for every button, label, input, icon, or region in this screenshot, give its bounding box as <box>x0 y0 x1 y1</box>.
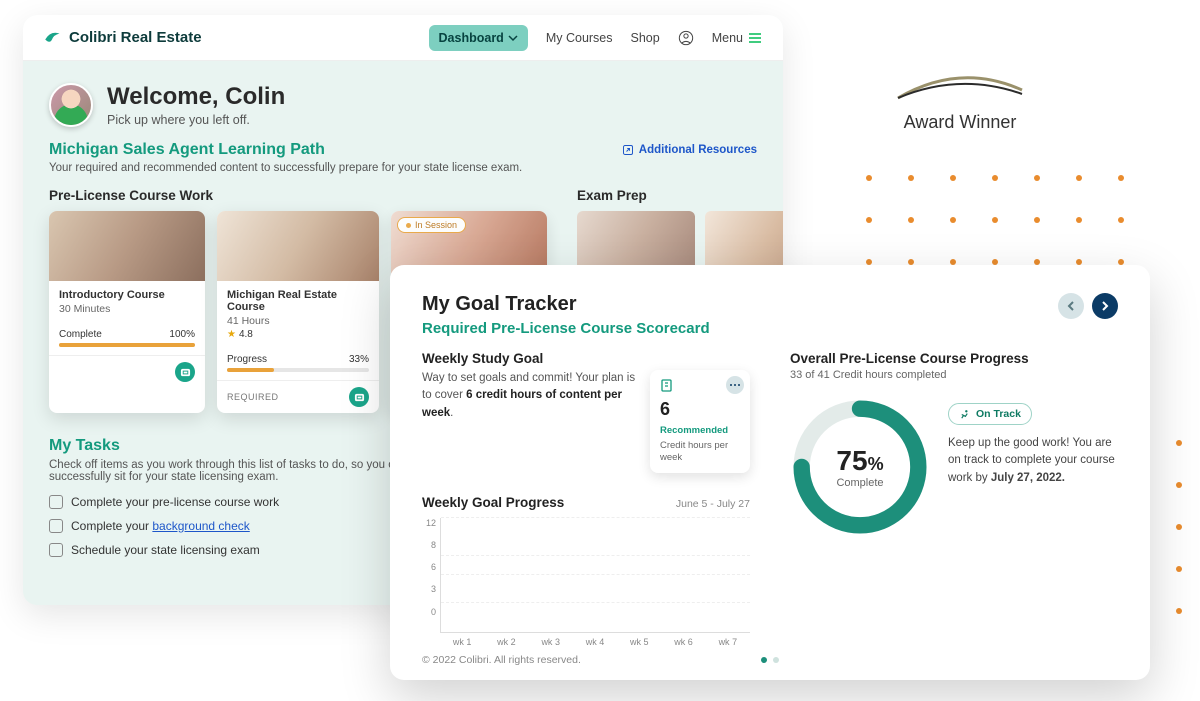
award-badge: Award Winner <box>890 70 1030 133</box>
course-duration: 41 Hours <box>227 315 369 327</box>
nav-my-courses[interactable]: My Courses <box>546 31 613 45</box>
goal-tracker-window: My Goal Tracker Required Pre-License Cou… <box>390 265 1150 680</box>
task-label: Schedule your state licensing exam <box>71 543 260 557</box>
carousel-next-button[interactable] <box>1092 293 1118 319</box>
progress-donut: 75% Complete <box>790 397 930 537</box>
checkbox[interactable] <box>49 495 63 509</box>
course-duration: 30 Minutes <box>59 303 195 315</box>
course-title: Michigan Real Estate Course <box>227 289 369 313</box>
chevron-left-icon <box>1065 300 1077 312</box>
overall-progress-sub: 33 of 41 Credit hours completed <box>790 369 1118 381</box>
user-avatar[interactable] <box>49 83 93 127</box>
section-exam-title: Exam Prep <box>577 188 783 203</box>
menu-icon <box>747 30 763 46</box>
in-session-badge: In Session <box>397 217 466 233</box>
external-link-icon <box>622 144 634 156</box>
copyright: © 2022 Colibri. All rights reserved. <box>422 654 581 666</box>
learning-path-desc: Your required and recommended content to… <box>49 162 757 174</box>
more-menu-button[interactable] <box>726 376 744 394</box>
status-icon <box>349 387 369 407</box>
weekly-goal-date-range: June 5 - July 27 <box>676 498 750 510</box>
carousel-prev-button[interactable] <box>1058 293 1084 319</box>
task-link[interactable]: background check <box>152 519 249 533</box>
task-label: Complete your background check <box>71 519 250 533</box>
section-prelicense-title: Pre-License Course Work <box>49 188 547 203</box>
additional-resources-link[interactable]: Additional Resources <box>622 144 757 156</box>
course-rating: ★ 4.8 <box>227 329 369 340</box>
learning-path-title: Michigan Sales Agent Learning Path <box>49 141 325 159</box>
on-track-text: Keep up the good work! You are on track … <box>948 435 1118 487</box>
weekly-goal-chart: 128630 <box>422 518 750 633</box>
my-tasks-title: My Tasks <box>49 437 120 455</box>
welcome-heading: Welcome, Colin <box>107 83 285 111</box>
welcome-sub: Pick up where you left off. <box>107 113 285 127</box>
chevron-down-icon <box>508 33 518 43</box>
running-icon <box>959 409 970 420</box>
bird-icon <box>43 29 61 47</box>
nav-account[interactable] <box>678 30 694 46</box>
checkbox[interactable] <box>49 519 63 533</box>
goal-tracker-title: My Goal Tracker <box>422 293 710 316</box>
my-tasks-desc: Check off items as you work through this… <box>49 459 409 483</box>
status-icon <box>175 362 195 382</box>
overall-progress-title: Overall Pre-License Course Progress <box>790 351 1118 366</box>
nav-shop[interactable]: Shop <box>631 31 660 45</box>
course-card[interactable]: Michigan Real Estate Course 41 Hours ★ 4.… <box>217 211 379 413</box>
checkbox[interactable] <box>49 543 63 557</box>
on-track-badge: On Track <box>948 403 1032 425</box>
course-card[interactable]: Introductory Course 30 MinutesComplete10… <box>49 211 205 413</box>
chevron-right-icon <box>1099 300 1111 312</box>
weekly-study-goal-text: Way to set goals and commit! Your plan i… <box>422 370 636 422</box>
weekly-goal-progress-title: Weekly Goal Progress <box>422 495 564 510</box>
task-label: Complete your pre-license course work <box>71 495 279 509</box>
recommended-card[interactable]: 6 Recommended Credit hours per week <box>650 370 750 473</box>
nav-menu[interactable]: Menu <box>712 30 763 46</box>
brand-logo[interactable]: Colibri Real Estate <box>43 29 202 47</box>
topbar: Colibri Real Estate Dashboard My Courses… <box>23 15 783 61</box>
goal-tracker-sub: Required Pre-License Course Scorecard <box>422 320 710 337</box>
user-circle-icon <box>678 30 694 46</box>
weekly-study-goal-title: Weekly Study Goal <box>422 351 750 366</box>
nav-dashboard[interactable]: Dashboard <box>429 25 528 51</box>
course-title: Introductory Course <box>59 289 195 301</box>
